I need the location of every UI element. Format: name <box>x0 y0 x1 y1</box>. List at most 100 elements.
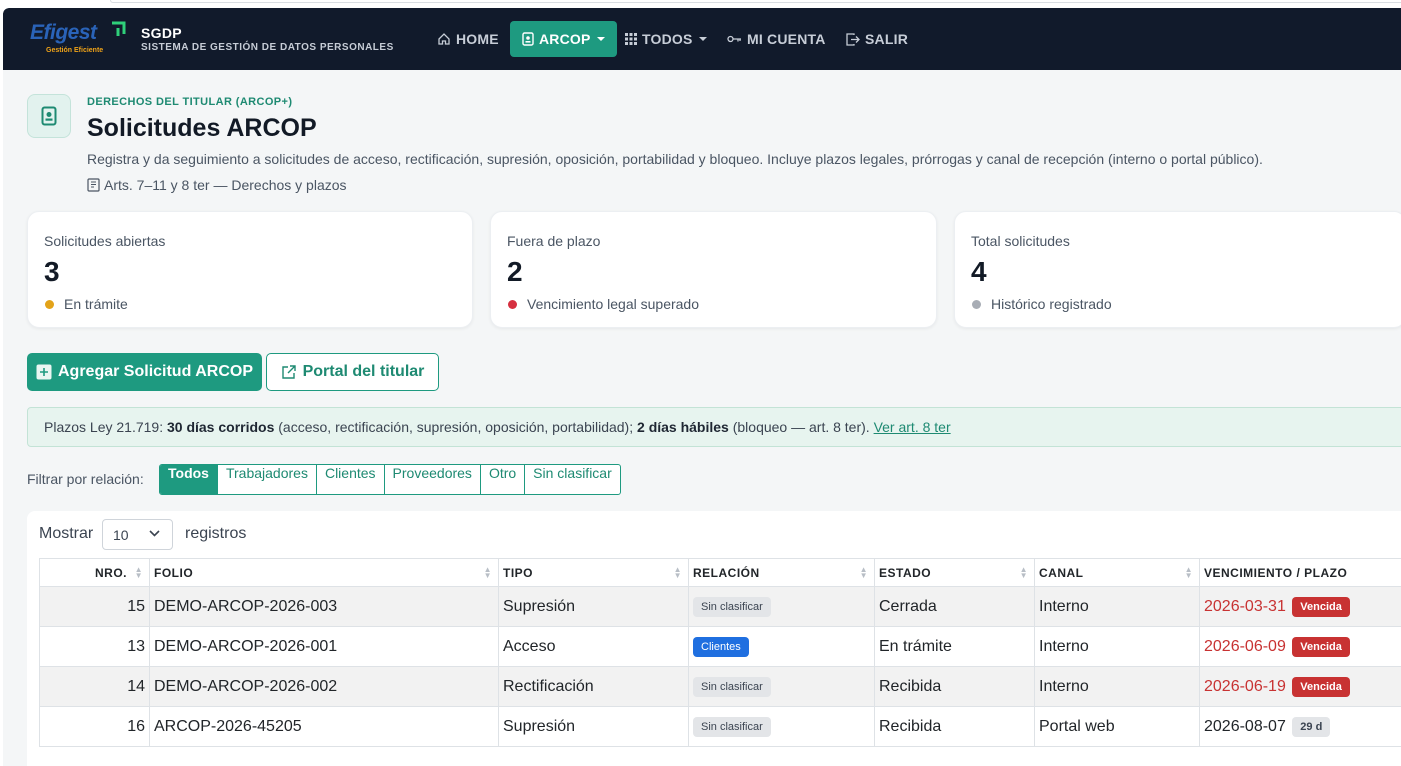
nav-todos[interactable]: TODOS <box>625 21 707 57</box>
nav-arcop-label: ARCOP <box>539 31 591 47</box>
col-header-label: FOLIO <box>154 565 194 580</box>
nav-mi-cuenta-label: MI CUENTA <box>747 31 826 47</box>
cell-folio: DEMO-ARCOP-2026-001 <box>149 626 499 667</box>
app-title: SGDP <box>141 25 182 41</box>
page-reference-text: Arts. 7–11 y 8 ter — Derechos y plazos <box>104 177 347 193</box>
cell-nro: 16 <box>39 706 150 747</box>
browser-edge <box>0 0 1401 8</box>
days-left-badge: 29 d <box>1292 716 1331 737</box>
requests-table: NRO. ▲ ▼ FOLIO ▲ ▼ TIPO ▲ ▼ RELACIÓN ▲ ▼ ESTADO ▲… <box>39 558 1401 747</box>
page-description: Registra y da seguimiento a solicitudes … <box>87 151 1263 167</box>
cell-vencimiento: 2026-06-19 Vencida <box>1199 666 1401 707</box>
status-dot-icon <box>508 299 517 309</box>
cell-vencimiento: 2026-03-31 Vencida <box>1199 586 1401 627</box>
cell-nro: 13 <box>39 626 150 667</box>
brand-tag: Gestión Eficiente <box>46 47 104 54</box>
portal-label: Portal del titular <box>302 363 425 380</box>
show-label: Mostrar <box>39 525 94 542</box>
id-badge-icon <box>522 32 534 46</box>
stat-footnote: Vencimiento legal superado <box>507 296 699 312</box>
nav-home[interactable]: HOME <box>437 21 499 57</box>
external-link-icon <box>281 365 296 379</box>
filter-label: Filtrar por relación: <box>27 471 144 487</box>
status-dot-icon <box>45 299 54 309</box>
alert-text: (acceso, rectificación, supresión, oposi… <box>274 419 638 435</box>
stat-label: Total solicitudes <box>971 233 1070 249</box>
navbar: Efigest Gestión Eficiente SGDP SISTEMA D… <box>3 8 1401 70</box>
col-header-tipo[interactable]: TIPO ▲ ▼ <box>498 558 689 587</box>
table-row[interactable]: 15 DEMO-ARCOP-2026-003 Supresión Sin cla… <box>39 586 1401 627</box>
page-size-select[interactable]: 10 <box>102 519 173 550</box>
col-header-vencimiento[interactable]: VENCIMIENTO / PLAZO <box>1199 558 1401 587</box>
nav-arcop[interactable]: ARCOP <box>510 21 617 57</box>
col-header-label: TIPO <box>503 565 534 580</box>
brand-logo[interactable]: Efigest Gestión Eficiente <box>30 21 130 59</box>
cell-folio: DEMO-ARCOP-2026-002 <box>149 666 499 707</box>
filter-otro[interactable]: Otro <box>479 465 524 494</box>
relation-badge: Clientes <box>693 636 749 657</box>
brand-word: Efigest <box>30 21 97 44</box>
relation-badge: Sin clasificar <box>693 596 771 617</box>
alert-bold: 2 días hábiles <box>637 419 729 435</box>
stat-card-fuera-de-plazo: Fuera de plazo 2 Vencimiento legal super… <box>490 211 937 328</box>
due-date: 2026-03-31 <box>1204 597 1286 615</box>
col-header-relacion[interactable]: RELACIÓN ▲ ▼ <box>688 558 875 587</box>
sort-icon: ▲ ▼ <box>134 565 143 580</box>
stat-label: Solicitudes abiertas <box>44 233 166 249</box>
cell-estado: Recibida <box>874 666 1035 707</box>
cell-canal: Interno <box>1034 666 1200 707</box>
add-request-button[interactable]: Agregar Solicitud ARCOP <box>27 353 262 391</box>
cell-relacion: Sin clasificar <box>688 586 875 627</box>
stat-value: 4 <box>971 256 987 287</box>
grid-icon <box>625 33 637 45</box>
app-frame: Efigest Gestión Eficiente SGDP SISTEMA D… <box>3 8 1401 766</box>
sort-icon: ▲ ▼ <box>859 565 868 580</box>
filter-proveedores[interactable]: Proveedores <box>383 465 480 494</box>
table-row[interactable]: 14 DEMO-ARCOP-2026-002 Rectificación Sin… <box>39 666 1401 707</box>
document-icon <box>87 178 100 192</box>
add-request-label: Agregar Solicitud ARCOP <box>58 363 253 380</box>
status-badge: Vencida <box>1292 596 1350 617</box>
filter-sin-clasificar[interactable]: Sin clasificar <box>524 465 620 494</box>
cell-folio: DEMO-ARCOP-2026-003 <box>149 586 499 627</box>
cell-estado: En trámite <box>874 626 1035 667</box>
cell-vencimiento: 2026-08-07 29 d <box>1199 706 1401 747</box>
status-dot-icon <box>972 299 981 309</box>
records-label: registros <box>185 525 247 542</box>
col-header-label: ESTADO <box>879 565 932 580</box>
table-header-row: NRO. ▲ ▼ FOLIO ▲ ▼ TIPO ▲ ▼ RELACIÓN ▲ ▼ ESTADO ▲… <box>39 558 1401 587</box>
cell-relacion: Sin clasificar <box>688 666 875 707</box>
alert-text: (bloqueo — art. 8 ter). <box>728 419 874 435</box>
portal-button[interactable]: Portal del titular <box>266 353 439 391</box>
status-badge: Vencida <box>1292 636 1350 657</box>
col-header-folio[interactable]: FOLIO ▲ ▼ <box>149 558 499 587</box>
house-icon <box>438 33 450 45</box>
stat-footnote-text: En trámite <box>64 296 128 312</box>
col-header-canal[interactable]: CANAL ▲ ▼ <box>1034 558 1200 587</box>
id-badge-icon <box>41 106 57 126</box>
stat-value: 3 <box>44 256 60 287</box>
nav-home-label: HOME <box>456 31 499 47</box>
cell-canal: Interno <box>1034 586 1200 627</box>
stat-footnote-text: Histórico registrado <box>991 296 1112 312</box>
table-row[interactable]: 16 ARCOP-2026-45205 Supresión Sin clasif… <box>39 706 1401 747</box>
table-row[interactable]: 13 DEMO-ARCOP-2026-001 Acceso Clientes E… <box>39 626 1401 667</box>
page-reference: Arts. 7–11 y 8 ter — Derechos y plazos <box>87 177 347 193</box>
plus-square-icon <box>36 364 52 380</box>
stat-label: Fuera de plazo <box>507 233 601 249</box>
stat-card-abiertas: Solicitudes abiertas 3 En trámite <box>27 211 473 328</box>
nav-mi-cuenta[interactable]: MI CUENTA <box>727 21 826 57</box>
nav-salir[interactable]: SALIR <box>846 21 908 57</box>
stat-footnote-text: Vencimiento legal superado <box>527 296 700 312</box>
col-header-estado[interactable]: ESTADO ▲ ▼ <box>874 558 1035 587</box>
filter-clientes[interactable]: Clientes <box>315 465 384 494</box>
cell-tipo: Rectificación <box>498 666 689 707</box>
col-header-nro[interactable]: NRO. ▲ ▼ <box>39 558 150 587</box>
stat-footnote: Histórico registrado <box>971 296 1112 312</box>
due-date: 2026-06-09 <box>1204 637 1286 655</box>
article-link[interactable]: Ver art. 8 ter <box>874 419 951 435</box>
filter-trabajadores[interactable]: Trabajadores <box>216 465 316 494</box>
alert-text: Plazos Ley 21.719: <box>44 419 167 435</box>
col-header-label: NRO. <box>95 565 127 580</box>
filter-todos[interactable]: Todos <box>160 465 217 494</box>
